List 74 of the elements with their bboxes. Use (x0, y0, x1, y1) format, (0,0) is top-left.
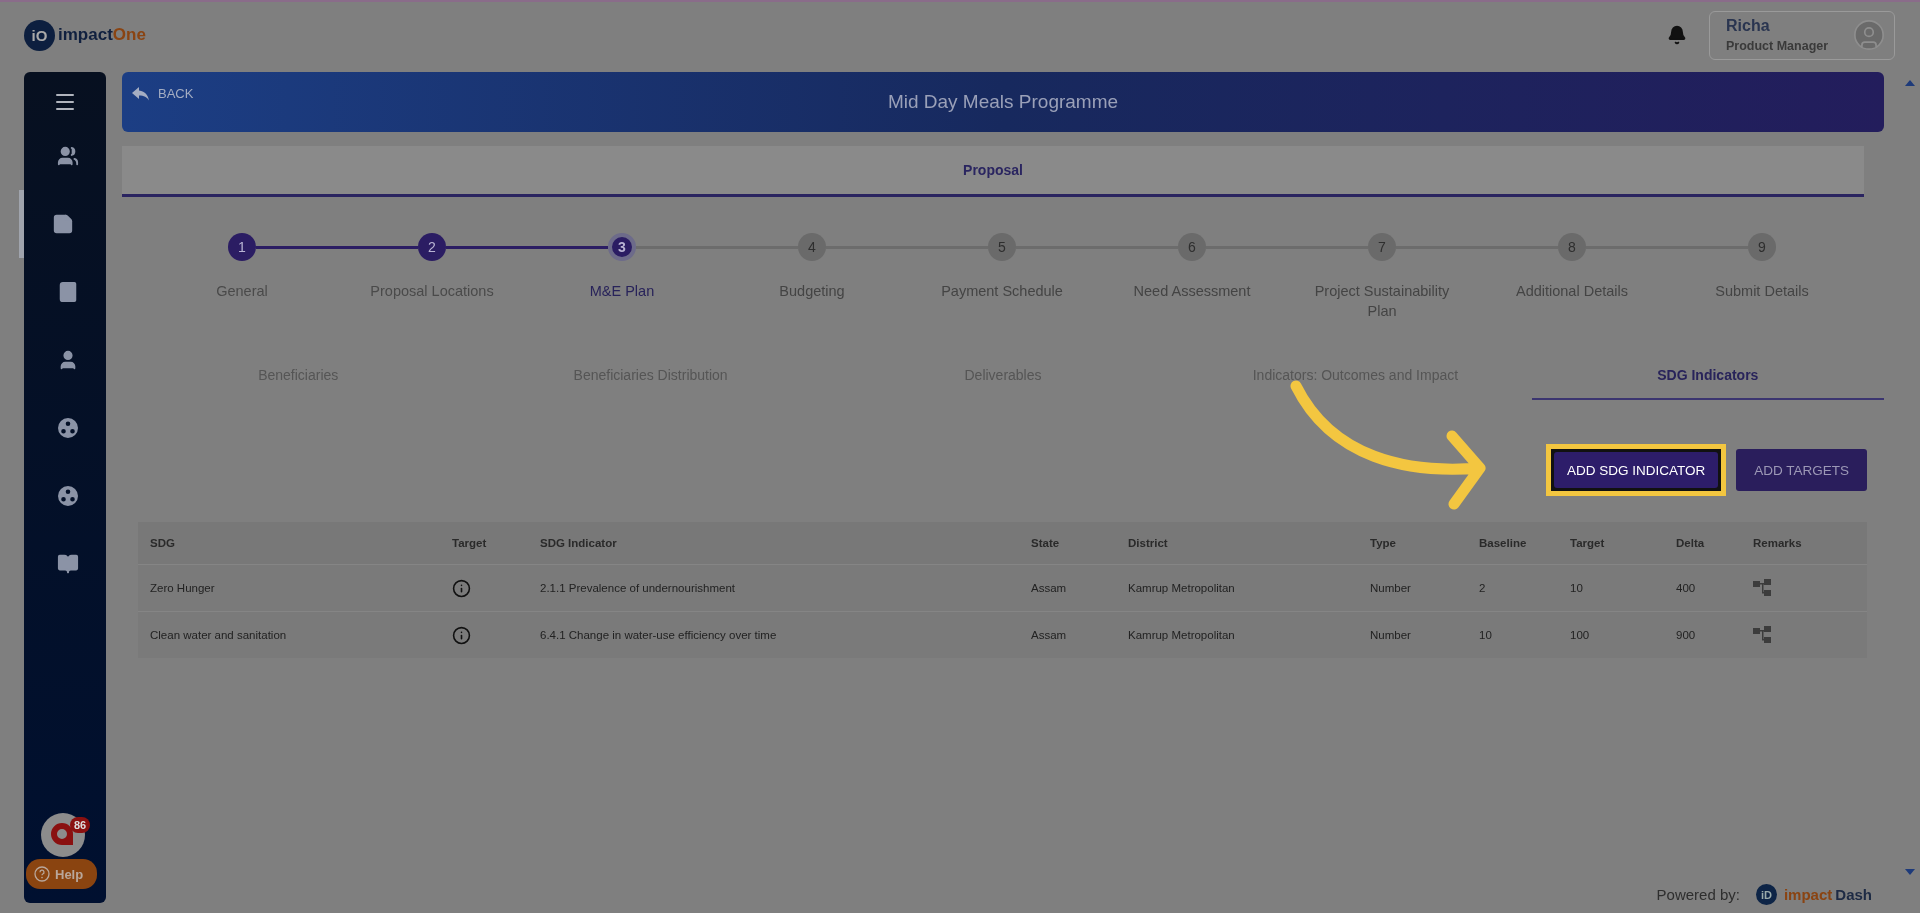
step-circle[interactable]: 4 (798, 233, 826, 261)
table-cell-text: Assam (1030, 629, 1068, 641)
user-role: Product Manager (1726, 39, 1830, 53)
step-circle[interactable]: 2 (418, 233, 446, 261)
step-label: Payment Schedule (941, 282, 1063, 301)
step-circle[interactable]: 3 (608, 233, 636, 261)
column-header: Type (1369, 537, 1397, 549)
section-tab[interactable]: Proposal (963, 162, 1023, 178)
footer-logo-text: impact (1783, 886, 1833, 903)
step-circle[interactable]: 5 (988, 233, 1016, 261)
step-label: M&E Plan (589, 282, 655, 301)
bell-icon[interactable] (1667, 25, 1687, 45)
logo-text: impact (58, 25, 113, 45)
step-circle[interactable]: 6 (1178, 233, 1206, 261)
user-name: Richa (1726, 17, 1771, 35)
column-header: Delta (1675, 537, 1706, 549)
reply-arrow-icon (132, 86, 150, 101)
step-circle[interactable]: 9 (1748, 233, 1776, 261)
table-cell-text: 6.4.1 Change in water-use efficiency over time (539, 629, 778, 641)
table-cell-text: 400 (1675, 582, 1697, 594)
hierarchy-icon[interactable] (1753, 626, 1773, 644)
page-title: Mid Day Meals Programme (887, 91, 1119, 113)
table-cell-text: Zero Hunger (149, 582, 216, 594)
users-icon (56, 145, 79, 167)
user-menu[interactable]: Richa Product Manager (1709, 10, 1895, 60)
logo-mark: iO (24, 19, 55, 51)
footer-logo-accent-text: Dash (1835, 886, 1872, 903)
info-icon[interactable] (452, 625, 471, 645)
column-header: District (1127, 537, 1169, 549)
column-header: Remarks (1752, 537, 1803, 549)
table-cell-text: 2 (1478, 582, 1487, 594)
table-cell-text: Number (1369, 582, 1412, 594)
table-cell-text: Clean water and sanitation (149, 629, 288, 641)
step-circle[interactable]: 7 (1368, 233, 1396, 261)
info-icon[interactable] (452, 578, 471, 598)
logo-accent-text: One (112, 25, 146, 45)
table-cell-text: 10 (1478, 629, 1493, 641)
add-targets-button[interactable]: ADD TARGETS (1736, 449, 1867, 491)
column-header: SDG (149, 537, 176, 549)
step-circle[interactable]: 8 (1558, 233, 1586, 261)
scroll-down-icon[interactable] (1905, 869, 1915, 875)
column-header: SDG Indicator (539, 537, 618, 549)
column-header: Target (451, 537, 488, 549)
column-header: Baseline (1478, 537, 1528, 549)
powered-by-text: Powered by: (1656, 886, 1740, 903)
reader-icon (56, 553, 79, 575)
column-header: Target (1569, 537, 1606, 549)
question-icon (34, 866, 50, 882)
notification-badge: 86 (70, 817, 91, 833)
add-sdg-indicator-button[interactable]: ADD SDG INDICATOR (1553, 452, 1719, 488)
chat-launcher[interactable] (41, 813, 85, 857)
step-circle[interactable]: 1 (228, 233, 256, 261)
footer-logo-mark: iD (1755, 884, 1777, 905)
hierarchy-icon[interactable] (1753, 579, 1773, 597)
scroll-up-icon[interactable] (1905, 80, 1915, 86)
document-icon (51, 213, 74, 235)
table-cell-text: Number (1369, 629, 1412, 641)
avatar-icon (1852, 18, 1886, 52)
table-cell-text: 10 (1569, 582, 1584, 594)
step-label: Additional Details (1515, 282, 1628, 301)
step-label: Budgeting (779, 282, 845, 301)
table-cell-text: 100 (1569, 629, 1591, 641)
back-link[interactable]: BACK (132, 86, 194, 101)
help-button[interactable]: Help (26, 859, 98, 889)
table-cell-text: 900 (1675, 629, 1697, 641)
step-label: Need Assessment (1133, 282, 1251, 301)
column-header: State (1030, 537, 1061, 549)
step-label: Project Sustainability Plan (1313, 282, 1451, 321)
table-cell-text: Kamrup Metropolitan (1127, 582, 1236, 594)
table-cell-text: Kamrup Metropolitan (1127, 629, 1236, 641)
step-label: Submit Details (1715, 282, 1809, 301)
table-cell-text: Assam (1030, 582, 1068, 594)
tab[interactable]: SDG Indicators (1531, 351, 1885, 400)
table-cell-text: 2.1.1 Prevalence of undernourishment (539, 582, 736, 594)
